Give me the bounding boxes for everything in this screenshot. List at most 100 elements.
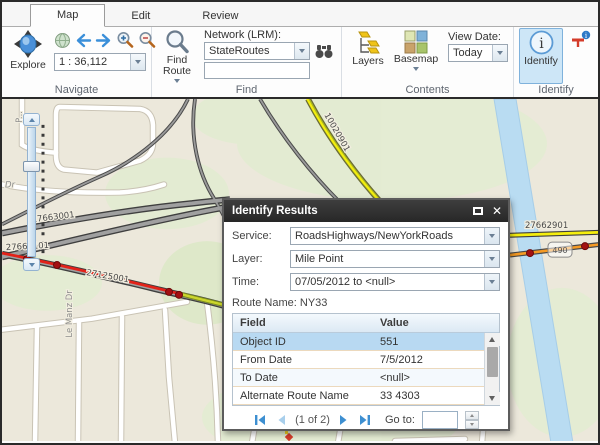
service-label: Service:	[232, 230, 290, 242]
scale-combobox[interactable]: 1 : 36,112	[54, 53, 146, 71]
service-value: RoadsHighways/NewYorkRoads	[291, 230, 484, 242]
street-label-dr: Dr	[5, 180, 16, 190]
basemap-button[interactable]: Basemap	[392, 29, 440, 72]
zoom-in-icon[interactable]	[116, 31, 135, 49]
group-contents: Layers Basemap View Date: Today Contents	[342, 27, 514, 97]
time-label: Time:	[232, 276, 290, 288]
spinner-down-icon[interactable]	[465, 420, 479, 429]
group-label-contents: Contents	[342, 84, 513, 96]
tab-edit[interactable]: Edit	[105, 6, 176, 27]
route-name-row: Route Name: NY33	[232, 297, 500, 309]
spinner-up-icon[interactable]	[465, 411, 479, 420]
scale-dropdown-button[interactable]	[130, 54, 145, 70]
service-dropdown-button[interactable]	[484, 228, 499, 244]
network-lrm-dropdown-button[interactable]	[294, 43, 309, 59]
network-lrm-label: Network (LRM):	[204, 29, 281, 41]
last-page-icon[interactable]	[358, 413, 372, 427]
route-label-27662901: 27662901	[525, 220, 568, 230]
cell-value: <null>	[373, 372, 499, 384]
group-label-identify: Identify	[514, 84, 598, 96]
view-date-dropdown-button[interactable]	[492, 45, 507, 61]
zoom-slider-track[interactable]	[27, 127, 36, 257]
forward-arrow-icon[interactable]	[95, 32, 113, 49]
explore-button[interactable]: Explore	[6, 29, 50, 72]
identify-route-locations-icon[interactable]: i	[570, 30, 592, 50]
previous-page-icon[interactable]	[274, 413, 288, 427]
cell-field: To Date	[233, 372, 373, 384]
map-zoom-slider	[23, 113, 40, 271]
dialog-titlebar[interactable]: Identify Results ✕	[224, 200, 508, 222]
route-input[interactable]	[204, 62, 310, 79]
scrollbar-thumb[interactable]	[487, 347, 498, 377]
find-route-label-2: Route	[163, 66, 191, 77]
globe-icon[interactable]	[54, 32, 71, 49]
record-pager: (1 of 2) Go to:	[232, 406, 500, 429]
table-row[interactable]: Object ID 551	[233, 333, 499, 351]
group-navigate: Explore	[2, 27, 152, 97]
service-combobox[interactable]: RoadsHighways/NewYorkRoads	[290, 227, 500, 245]
group-label-find: Find	[152, 84, 341, 96]
find-route-magnifier-icon	[164, 29, 190, 55]
table-row[interactable]: From Date 7/5/2012	[233, 351, 499, 369]
ribbon: Explore	[2, 27, 598, 97]
layer-combobox[interactable]: Mile Point	[290, 250, 500, 268]
time-dropdown-button[interactable]	[484, 274, 499, 290]
identify-results-dialog: Identify Results ✕ Service: RoadsHighway…	[222, 198, 510, 431]
route-name-label: Route Name:	[232, 297, 297, 309]
table-header-row: Field Value	[233, 314, 499, 333]
route-shield-490: 490	[548, 242, 572, 257]
close-icon[interactable]: ✕	[492, 206, 502, 216]
layer-dropdown-button[interactable]	[484, 251, 499, 267]
route-yellow-right	[510, 232, 598, 235]
map-tiles-icon	[404, 30, 428, 54]
maximize-icon[interactable]	[473, 207, 483, 215]
find-route-button[interactable]: Find Route	[156, 28, 198, 84]
layer-tree-icon	[355, 30, 381, 56]
route-name-value: NY33	[300, 297, 328, 309]
cell-value: 33 4303	[373, 390, 499, 402]
map-canvas[interactable]: 490 27663001 27663101 27125001 27662901 …	[2, 97, 598, 441]
scroll-up-icon[interactable]	[485, 333, 500, 346]
first-page-icon[interactable]	[253, 413, 267, 427]
scroll-down-icon[interactable]	[485, 392, 500, 405]
back-arrow-icon[interactable]	[74, 32, 92, 49]
goto-spinner	[465, 411, 479, 429]
time-combobox[interactable]: 07/05/2012 to <null>	[290, 273, 500, 291]
tab-map[interactable]: Map	[30, 4, 105, 27]
column-header-value: Value	[373, 314, 499, 332]
cell-field: Object ID	[233, 336, 373, 348]
explore-label: Explore	[10, 60, 46, 71]
table-scrollbar[interactable]	[484, 333, 499, 405]
binoculars-icon[interactable]	[315, 44, 333, 59]
cell-field: From Date	[233, 354, 373, 366]
zoom-slider-thumb[interactable]	[23, 161, 40, 172]
cell-value: 7/5/2012	[373, 354, 499, 366]
table-row[interactable]: Alternate Route Name 33 4303	[233, 387, 499, 405]
nav-tools-row	[54, 31, 157, 49]
layers-label: Layers	[352, 56, 384, 67]
dialog-body: Service: RoadsHighways/NewYorkRoads Laye…	[224, 222, 508, 429]
view-date-label: View Date:	[448, 31, 501, 43]
next-page-icon[interactable]	[337, 413, 351, 427]
zoom-slider-down-button[interactable]	[23, 258, 40, 271]
goto-input[interactable]	[422, 411, 458, 429]
layer-value: Mile Point	[291, 253, 484, 265]
identify-button[interactable]: i Identify	[519, 28, 563, 84]
table-row[interactable]: To Date <null>	[233, 369, 499, 387]
basemap-dropdown-arrow-icon	[413, 67, 419, 71]
network-lrm-combobox[interactable]: StateRoutes	[204, 42, 310, 60]
view-date-combobox[interactable]: Today	[448, 44, 508, 62]
zoom-slider-up-button[interactable]	[23, 113, 40, 126]
info-circle-icon: i	[528, 29, 555, 56]
network-lrm-value: StateRoutes	[205, 45, 294, 57]
tab-review[interactable]: Review	[176, 6, 264, 27]
goto-label: Go to:	[385, 414, 415, 426]
up-triangle-icon	[29, 118, 35, 122]
column-header-field: Field	[233, 314, 373, 332]
svg-text:i: i	[539, 36, 544, 52]
basemap-label: Basemap	[394, 54, 438, 65]
cell-field: Alternate Route Name	[233, 390, 373, 402]
layers-button[interactable]: Layers	[346, 29, 390, 68]
compass-pad-icon	[12, 30, 44, 60]
view-date-value: Today	[449, 47, 492, 59]
